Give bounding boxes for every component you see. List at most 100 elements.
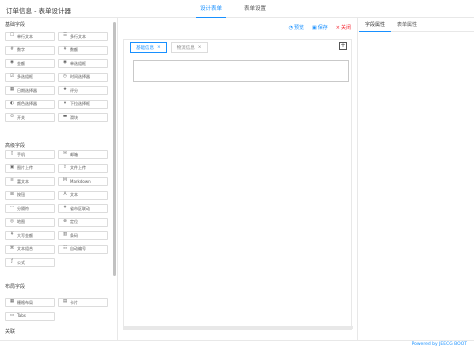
component-item[interactable]: ▭ Tabs	[5, 311, 55, 321]
tab-logistics-info[interactable]: 物流信息 ×	[170, 42, 208, 53]
component-item[interactable]: M Markdown	[58, 177, 108, 186]
component-item[interactable]: ▯ 手机	[5, 150, 55, 159]
component-item[interactable]: ▦ 栅格布局	[5, 298, 55, 307]
component-item[interactable]: ✉ 邮箱	[58, 150, 108, 159]
component-icon: ▦	[9, 87, 15, 93]
tab-design-form[interactable]: 设计表单	[196, 0, 227, 18]
component-label: 邮箱	[70, 151, 78, 157]
component-sidebar: 基础字段 ☐ 单行文本 ☰ 多行文本 # 数字 ¥ 数额 ◉ 金额 ◉ 单选组框 ☑ 多选组框 ◷ 时间选择器 ▦…	[0, 18, 118, 340]
component-label: 图片上传	[17, 165, 33, 170]
component-icon: ◉	[63, 60, 67, 66]
field-drop-zone[interactable]	[133, 60, 349, 82]
component-icon: ▯	[10, 151, 14, 157]
component-icon: ☷	[62, 245, 68, 251]
component-icon: ▾	[63, 100, 67, 106]
component-icon: ▤	[62, 299, 68, 305]
add-tab-icon[interactable]: +	[339, 42, 347, 50]
top-bar: 订单信息 - 表单设计器 设计表单 表单设置	[0, 0, 474, 18]
component-icon: ◷	[63, 73, 67, 79]
close-button[interactable]: ×关闭	[336, 24, 351, 31]
component-icon: ▥	[62, 232, 68, 238]
component-item[interactable]: ƒ 公式	[5, 258, 55, 267]
component-item[interactable]: ☰ 多行文本	[58, 32, 108, 41]
component-item[interactable]: ⋯ 分隔符	[5, 204, 55, 213]
component-item[interactable]: A 文本	[58, 190, 108, 200]
close-icon: ×	[335, 25, 340, 31]
component-item[interactable]: ◷ 时间选择器	[58, 72, 108, 82]
component-item[interactable]: ▬ 滑块	[58, 113, 108, 122]
component-item[interactable]: ☷ 自动编号	[58, 244, 108, 254]
sidebar-scrollbar[interactable]	[113, 22, 116, 276]
component-icon: ▬	[62, 114, 68, 120]
component-label: 单行文本	[17, 33, 33, 39]
footer: Powered by JEECG BOOT	[0, 340, 474, 348]
tab-close-icon[interactable]: ×	[157, 45, 161, 50]
component-label: 评分	[70, 87, 78, 93]
save-button[interactable]: ▣保存	[312, 24, 328, 31]
component-item[interactable]: ◉ 单选组框	[58, 59, 108, 68]
component-item[interactable]: ⌘ 文本组合	[5, 244, 55, 254]
component-item[interactable]: ¥ 数额	[58, 45, 108, 55]
component-item[interactable]: ⌖ 省市区联动	[58, 204, 108, 213]
tab-close-icon[interactable]: ×	[198, 45, 202, 50]
component-item[interactable]: ◐ 颜色选择器	[5, 99, 55, 109]
component-label: 下拉选择框	[70, 101, 90, 106]
component-label: 大写金额	[17, 232, 33, 238]
component-label: 多选组框	[17, 74, 33, 79]
component-label: 富文本	[17, 178, 29, 184]
component-label: 文本组合	[17, 246, 33, 251]
tab-basic-info[interactable]: 基础信息 ×	[130, 42, 167, 53]
component-label: 开关	[17, 114, 25, 120]
component-item[interactable]: ≡ 富文本	[5, 177, 55, 186]
group-title: 关联	[5, 329, 16, 335]
eye-icon: ◔	[288, 25, 294, 31]
component-icon: ¥	[10, 232, 14, 238]
component-icon: ▦	[9, 299, 15, 305]
component-item[interactable]: ☐ 单行文本	[5, 32, 55, 41]
canvas-horizontal-scrollbar[interactable]	[124, 326, 353, 329]
form-tabs-card: 基础信息 × 物流信息 × +	[123, 39, 353, 330]
component-item[interactable]: ▥ 条码	[58, 231, 108, 240]
component-item[interactable]: ▤ 卡片	[58, 298, 108, 307]
component-icon: ⌘	[9, 245, 15, 251]
tab-form-settings[interactable]: 表单设置	[240, 0, 270, 18]
component-icon: ✉	[63, 151, 67, 157]
component-icon: ⊙	[10, 114, 14, 120]
component-icon: ☰	[62, 33, 68, 39]
component-icon: ⊞	[10, 191, 14, 197]
tab-field-properties[interactable]: 字段属性	[359, 18, 392, 32]
group-title: 基础字段	[5, 22, 26, 28]
component-icon: A	[63, 191, 67, 197]
component-item[interactable]: ★ 评分	[58, 86, 108, 95]
component-label: 文件上传	[70, 165, 86, 170]
form-tabs: 基础信息 × 物流信息 ×	[130, 42, 212, 53]
save-label: 保存	[317, 25, 328, 31]
component-icon: M	[63, 178, 67, 184]
component-item[interactable]: ◎ 地图	[5, 217, 55, 227]
component-item[interactable]: # 数字	[5, 45, 55, 55]
component-item[interactable]: ⊕ 定位	[58, 217, 108, 227]
top-tabs: 设计表单 表单设置	[196, 0, 284, 18]
preview-button[interactable]: ◔预览	[289, 24, 304, 31]
component-item[interactable]: ▦ 日期选择器	[5, 86, 55, 95]
component-item[interactable]: ⊙ 开关	[5, 113, 55, 122]
save-icon: ▣	[312, 25, 317, 31]
properties-panel: 字段属性 表单属性	[359, 18, 474, 340]
component-item[interactable]: ⊞ 按钮	[5, 190, 55, 200]
tab-form-properties[interactable]: 表单属性	[391, 18, 423, 32]
component-icon: ≡	[10, 178, 14, 184]
component-label: 分隔符	[17, 205, 29, 211]
component-label: Markdown	[70, 178, 91, 184]
component-item[interactable]: ⇪ 文件上传	[58, 163, 108, 173]
component-item[interactable]: ▾ 下拉选择框	[58, 99, 108, 109]
component-item[interactable]: ¥ 大写金额	[5, 231, 55, 240]
component-label: 公式	[17, 259, 25, 265]
component-label: 数额	[70, 47, 78, 52]
component-item[interactable]: ☑ 多选组框	[5, 72, 55, 82]
component-item[interactable]: ◉ 金额	[5, 59, 55, 68]
component-icon: ▭	[9, 312, 15, 318]
component-label: Tabs	[17, 313, 26, 318]
component-label: 手机	[17, 151, 25, 157]
component-item[interactable]: ▣ 图片上传	[5, 163, 55, 173]
component-icon: #	[10, 46, 14, 52]
